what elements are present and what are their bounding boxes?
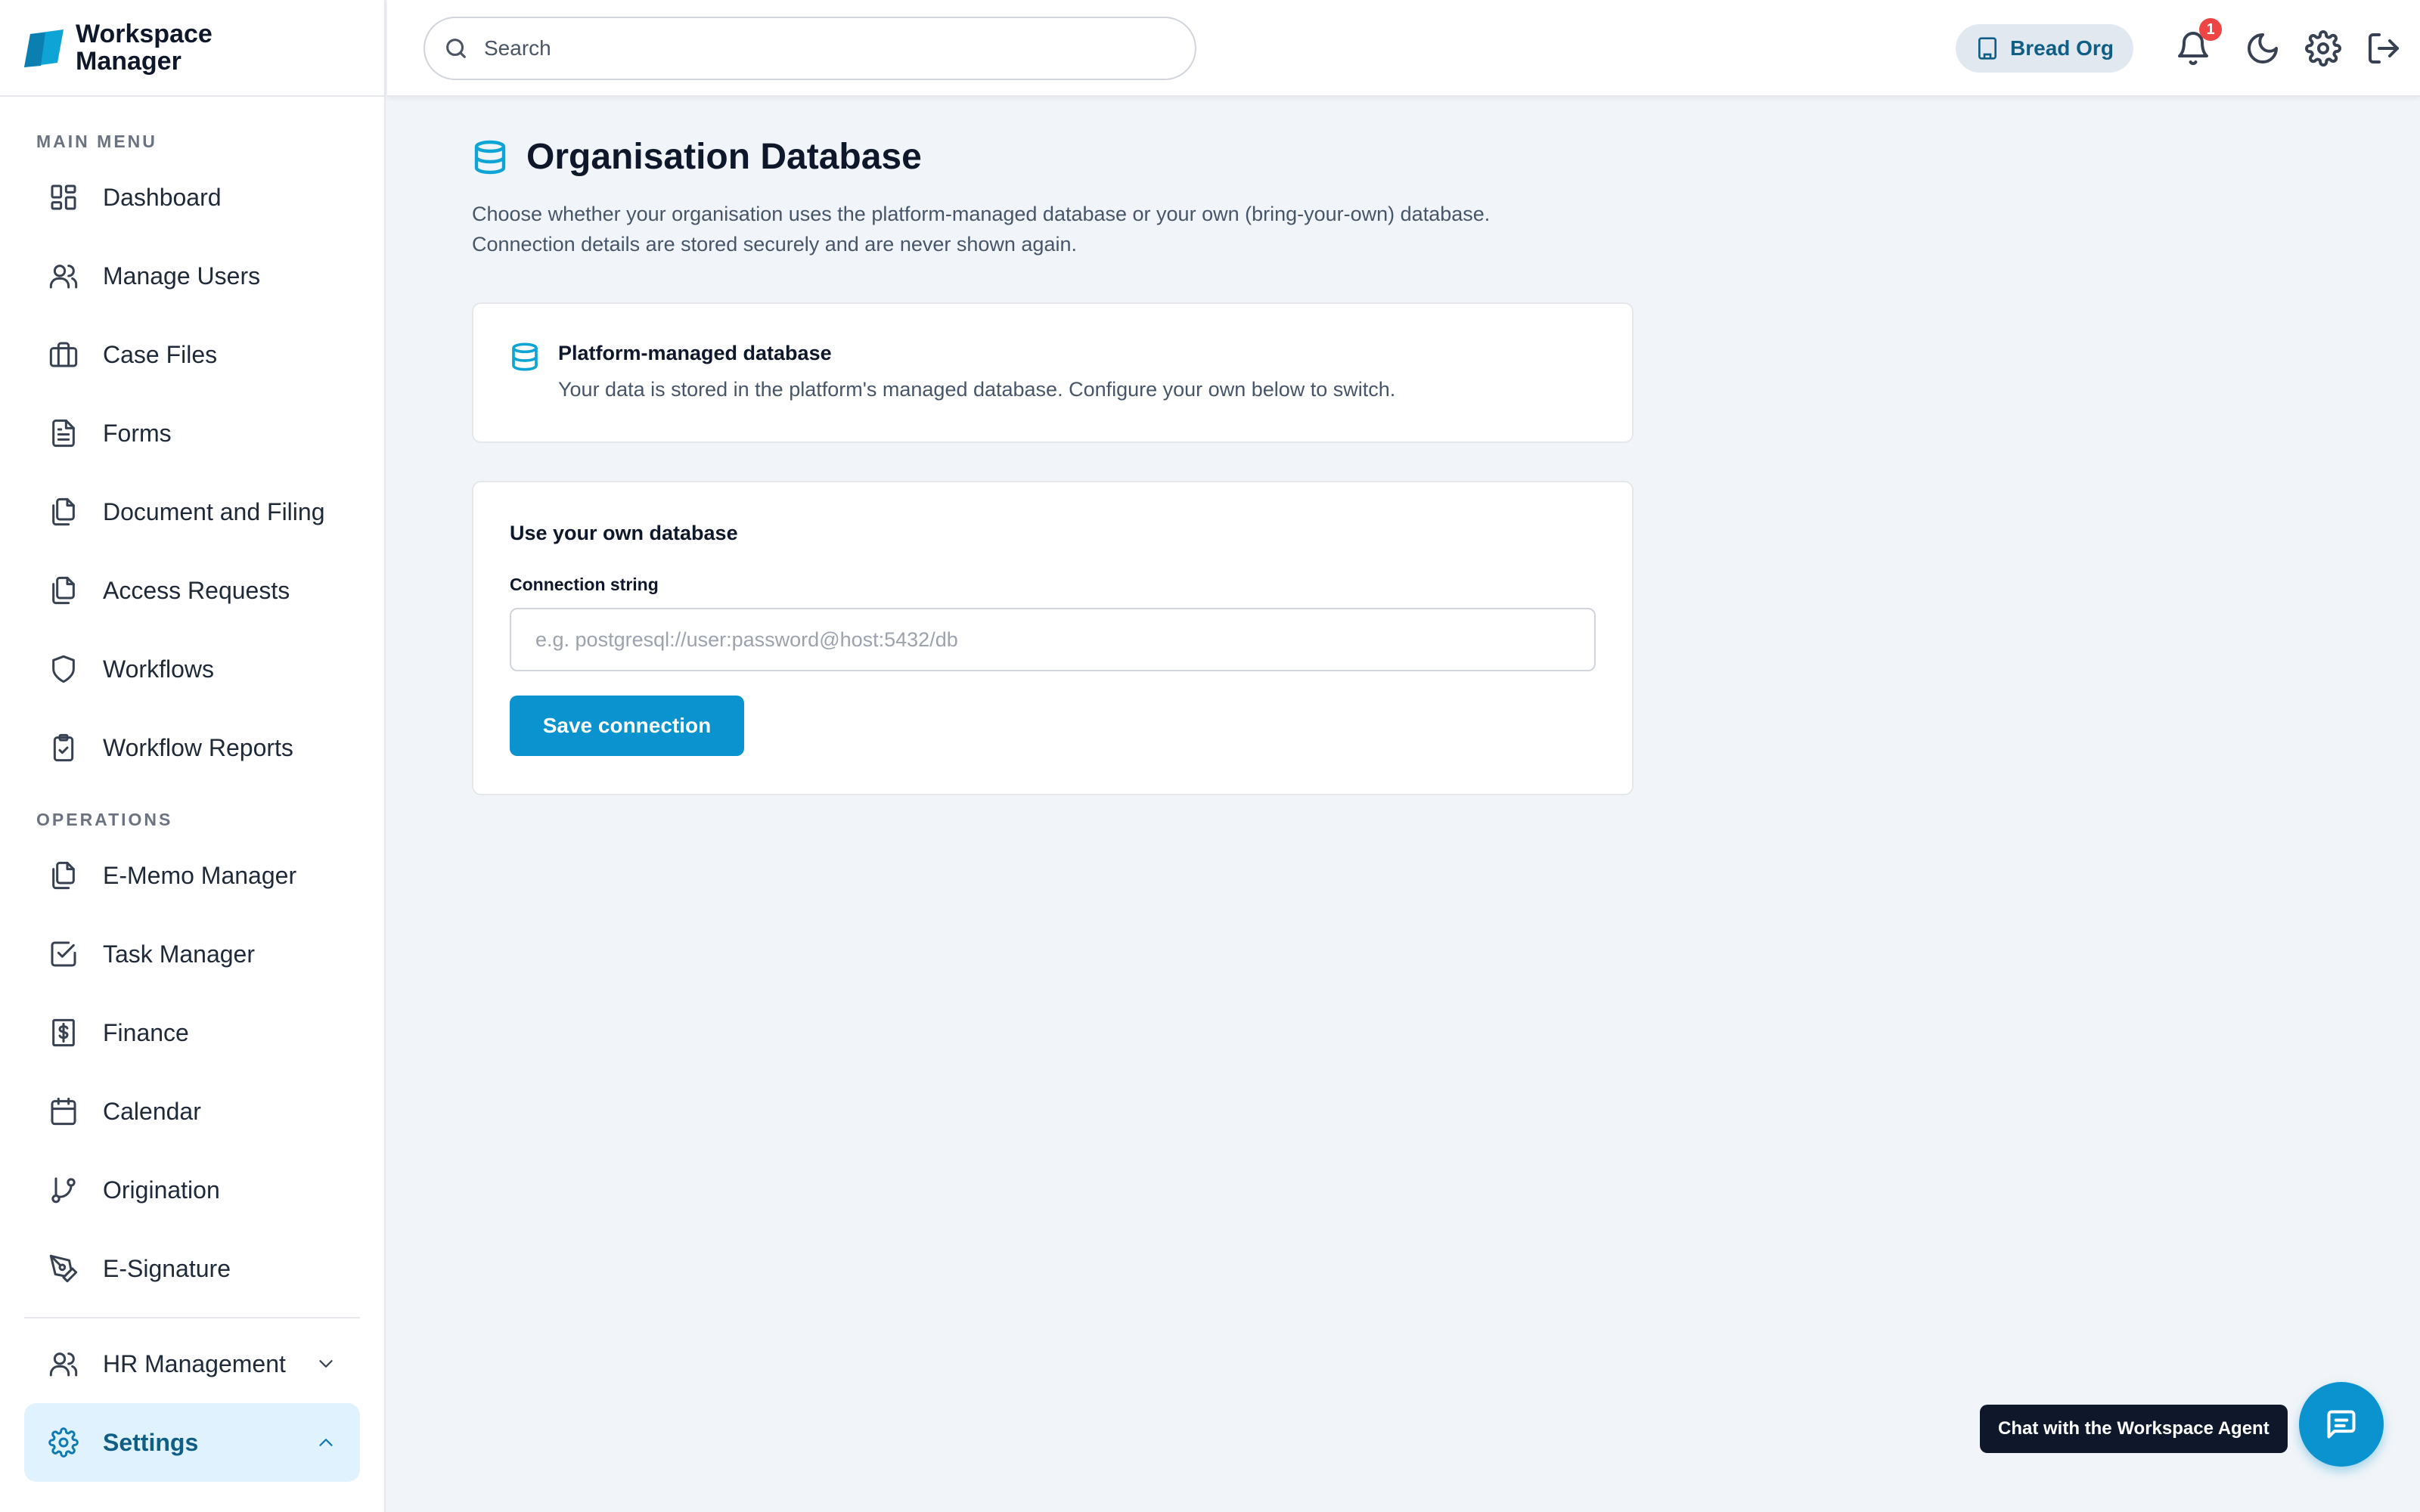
- sidebar-item-label: Manage Users: [103, 262, 261, 290]
- sidebar-item-label: Access Requests: [103, 576, 290, 604]
- search-icon: [446, 39, 466, 58]
- byo-card-title: Use your own database: [510, 522, 738, 544]
- sidebar-item-origination[interactable]: Origination: [0, 1151, 384, 1229]
- sidebar-item-case-files[interactable]: Case Files: [0, 315, 384, 394]
- sidebar-item-label: HR Management: [103, 1349, 286, 1377]
- chevron-down-icon: [319, 1360, 333, 1368]
- settings-button[interactable]: [2305, 30, 2341, 67]
- sidebar-item-label: Forms: [103, 419, 172, 447]
- byo-database-card: Use your own database Connection string …: [472, 481, 1634, 795]
- search-input[interactable]: [484, 36, 1165, 60]
- sidebar-item-document-and-filing[interactable]: Document and Filing: [0, 472, 384, 551]
- brand[interactable]: Workspace Manager: [0, 0, 384, 97]
- chevron-up-icon: [319, 1439, 333, 1446]
- sidebar-item-label: Workflow Reports: [103, 733, 293, 761]
- sidebar-item-label: E-Signature: [103, 1254, 231, 1282]
- page-description-line-1: Choose whether your organisation uses th…: [472, 203, 1491, 225]
- users-icon: [49, 1352, 78, 1377]
- platform-card-subtitle: Your data is stored in the platform's ma…: [558, 378, 1396, 401]
- database-icon: [512, 342, 538, 371]
- brand-name: Workspace Manager: [76, 20, 213, 75]
- workspace-logo-icon: [24, 29, 64, 67]
- sidebar-item-label: Task Manager: [103, 940, 255, 968]
- sidebar-item-label: Workflows: [103, 655, 214, 683]
- sidebar-item-manage-users[interactable]: Manage Users: [0, 237, 384, 315]
- sidebar-item-label: Case Files: [103, 340, 218, 368]
- shield-icon: [52, 655, 75, 683]
- org-name: Bread Org: [2010, 36, 2114, 60]
- files-icon: [52, 861, 75, 890]
- search-bar[interactable]: [424, 17, 1196, 80]
- database-icon: [474, 140, 506, 174]
- sidebar-item-settings[interactable]: Settings: [24, 1403, 360, 1482]
- sidebar: Workspace Manager MAIN MENU Dashboard Ma…: [0, 0, 386, 1512]
- connection-string-label: Connection string: [510, 575, 659, 594]
- sidebar-item-hr-management[interactable]: HR Management: [0, 1325, 384, 1403]
- sidebar-item-workflow-reports[interactable]: Workflow Reports: [0, 708, 384, 787]
- page-title-text: Organisation Database: [526, 137, 922, 177]
- file-text-icon: [52, 419, 75, 448]
- sidebar-item-dashboard[interactable]: Dashboard: [0, 158, 384, 237]
- sidebar-item-label: Calendar: [103, 1097, 201, 1125]
- sidebar-item-e-memo-manager[interactable]: E-Memo Manager: [0, 836, 384, 915]
- theme-toggle-button[interactable]: [2245, 30, 2281, 67]
- square-check-icon: [51, 941, 76, 967]
- moon-icon: [2248, 33, 2278, 64]
- gear-icon: [2305, 30, 2341, 67]
- page-title: Organisation Database: [472, 136, 1606, 178]
- page-description-line-2: Connection details are stored securely a…: [472, 233, 1077, 256]
- sidebar-item-workflows[interactable]: Workflows: [0, 630, 384, 708]
- calendar-icon: [51, 1097, 76, 1126]
- topbar: Bread Org 1: [387, 0, 2420, 97]
- connection-string-input[interactable]: [510, 608, 1596, 671]
- sidebar-item-forms[interactable]: Forms: [0, 394, 384, 472]
- message-icon: [2327, 1410, 2356, 1439]
- files-icon: [52, 576, 75, 605]
- main-content: Organisation Database Choose whether you…: [472, 136, 1634, 795]
- sidebar-item-label: Origination: [103, 1176, 220, 1204]
- logout-button[interactable]: [2366, 30, 2402, 67]
- chat-agent-button[interactable]: [2299, 1382, 2384, 1467]
- users-icon: [49, 265, 78, 289]
- platform-database-card: Platform-managed database Your data is s…: [472, 302, 1634, 443]
- sidebar-item-label: E-Memo Manager: [103, 861, 297, 889]
- sidebar-item-finance[interactable]: Finance: [0, 993, 384, 1072]
- sidebar-item-label: Dashboard: [103, 183, 222, 211]
- clipboard-check-icon: [53, 733, 74, 762]
- org-switcher[interactable]: Bread Org: [1956, 24, 2133, 73]
- building-icon: [1978, 37, 1996, 60]
- files-icon: [52, 497, 75, 526]
- sidebar-item-label: Settings: [103, 1428, 199, 1456]
- notification-badge: 1: [2199, 18, 2222, 41]
- chat-tooltip: Chat with the Workspace Agent: [1980, 1405, 2288, 1453]
- save-connection-button[interactable]: Save connection: [510, 696, 744, 756]
- gear-icon: [48, 1427, 79, 1458]
- notifications-button[interactable]: 1: [2175, 18, 2222, 67]
- brand-line-2: Manager: [76, 47, 182, 76]
- sidebar-item-access-requests[interactable]: Access Requests: [0, 551, 384, 630]
- sidebar-item-task-manager[interactable]: Task Manager: [0, 915, 384, 993]
- briefcase-icon: [49, 342, 78, 367]
- logout-icon: [2369, 33, 2399, 64]
- git-branch-icon: [51, 1177, 76, 1204]
- page-description: Choose whether your organisation uses th…: [472, 199, 1606, 259]
- sidebar-item-label: Finance: [103, 1018, 189, 1046]
- sidebar-item-e-signature[interactable]: E-Signature: [0, 1229, 384, 1308]
- dollar-icon: [52, 1018, 75, 1047]
- pen-icon: [49, 1254, 78, 1283]
- operations-label: OPERATIONS: [36, 810, 173, 829]
- sidebar-item-calendar[interactable]: Calendar: [0, 1072, 384, 1151]
- brand-line-1: Workspace: [76, 20, 213, 48]
- platform-card-title: Platform-managed database: [558, 342, 832, 364]
- sidebar-item-label: Document and Filing: [103, 497, 325, 525]
- main-menu-label: MAIN MENU: [36, 132, 157, 151]
- dashboard-icon: [51, 184, 76, 210]
